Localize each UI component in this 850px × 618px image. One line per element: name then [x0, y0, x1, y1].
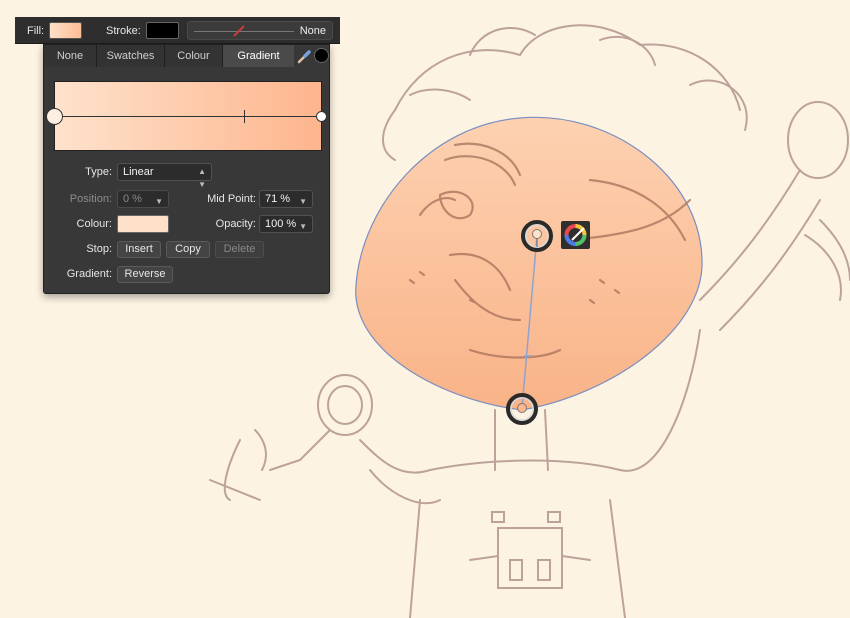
midpoint-field[interactable]: 71 % ▼	[259, 190, 313, 208]
dropdown-icon: ▼	[155, 197, 163, 206]
position-label: Position:	[69, 193, 112, 205]
colour-label: Colour:	[76, 218, 112, 230]
eyedropper-icon[interactable]	[296, 48, 312, 64]
tab-colour[interactable]: Colour	[165, 45, 223, 67]
type-label: Type:	[85, 166, 112, 178]
reverse-gradient-button[interactable]: Reverse	[117, 266, 173, 283]
stroke-width-value: None	[299, 25, 326, 37]
gradient-stop-start[interactable]	[46, 108, 63, 125]
slider-track	[194, 31, 294, 32]
head-shape[interactable]	[355, 116, 703, 411]
fill-tabs: None Swatches Colour Gradient	[44, 45, 294, 67]
fill-swatch[interactable]	[49, 22, 82, 39]
position-field[interactable]: 0 % ▼	[117, 190, 169, 208]
tab-none[interactable]: None	[44, 45, 97, 67]
delete-stop-button[interactable]: Delete	[215, 241, 264, 258]
colour-dot[interactable]	[314, 48, 329, 63]
midpoint-label: Mid Point:	[207, 193, 256, 205]
fill-label: Fill:	[27, 25, 45, 37]
tab-swatches[interactable]: Swatches	[97, 45, 165, 67]
type-value: Linear	[123, 166, 154, 178]
gradient-track	[55, 116, 321, 117]
tab-gradient[interactable]: Gradient	[223, 45, 294, 67]
opacity-label: Opacity:	[215, 218, 256, 230]
stroke-swatch[interactable]	[146, 22, 179, 39]
fill-stroke-toolbar: Fill: Stroke: None	[15, 17, 340, 44]
insert-stop-button[interactable]: Insert	[117, 241, 161, 258]
dropdown-icon: ▼	[299, 197, 307, 206]
colour-wheel-icon[interactable]	[561, 221, 590, 249]
stroke-width-slider[interactable]: None	[187, 21, 333, 40]
stroke-label: Stroke:	[106, 25, 141, 37]
opacity-value: 100 %	[265, 218, 297, 230]
gradient-stop-end[interactable]	[316, 111, 327, 122]
midpoint-value: 71 %	[265, 193, 291, 205]
gradient-preview[interactable]	[46, 81, 327, 151]
fill-panel: None Swatches Colour Gradient Type: Line…	[43, 44, 330, 294]
stop-label: Stop:	[86, 243, 112, 255]
copy-stop-button[interactable]: Copy	[166, 241, 210, 258]
updown-icon: ▲ ▼	[198, 167, 206, 189]
gradient-midpoint-marker[interactable]	[243, 110, 245, 123]
opacity-field[interactable]: 100 % ▼	[259, 215, 313, 233]
dropdown-icon: ▼	[299, 222, 307, 231]
type-select[interactable]: Linear ▲ ▼	[117, 163, 212, 189]
colour-well[interactable]	[117, 215, 169, 233]
position-value: 0 %	[123, 193, 142, 205]
gradient-label: Gradient:	[66, 268, 112, 280]
